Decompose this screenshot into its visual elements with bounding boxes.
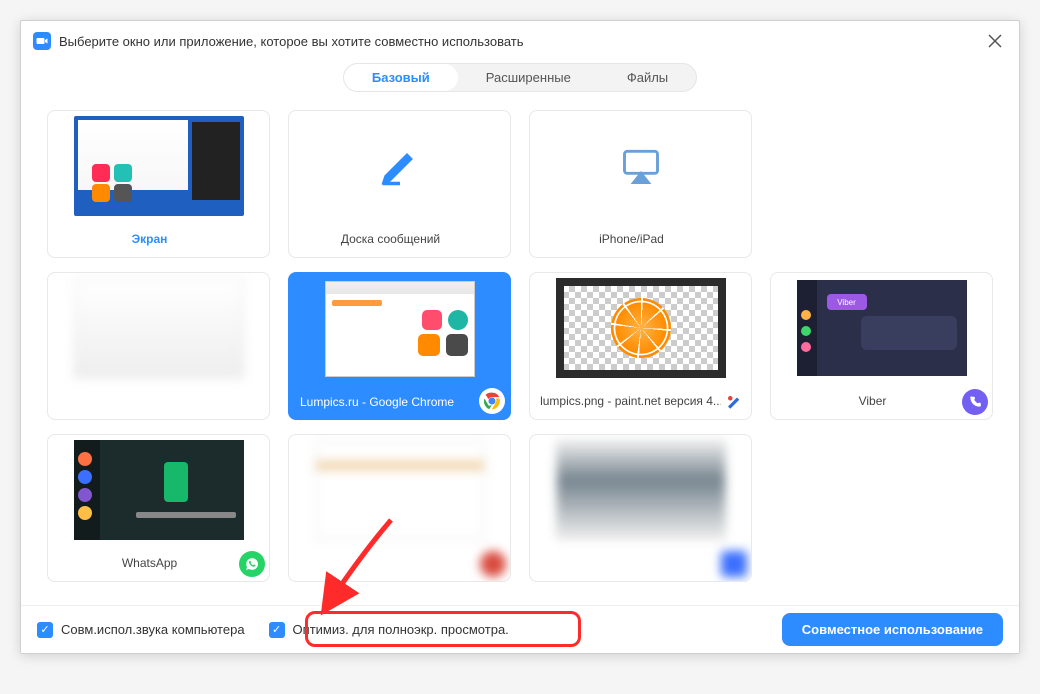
share-button[interactable]: Совместное использование — [782, 613, 1003, 646]
card-screen-label: Экран — [48, 221, 269, 257]
titlebar: Выберите окно или приложение, которое вы… — [21, 21, 1019, 61]
optimize-label: Оптимиз. для полноэкр. просмотра. — [293, 622, 509, 637]
close-button[interactable] — [983, 29, 1007, 53]
card-whiteboard-label: Доска сообщений — [289, 221, 510, 257]
card-whiteboard[interactable]: Доска сообщений — [288, 110, 511, 258]
chrome-thumb — [290, 274, 509, 384]
card-paintnet-label: lumpics.png - paint.net версия 4... — [530, 383, 751, 419]
card-screen[interactable]: Экран — [47, 110, 270, 258]
blurred-icon-2 — [480, 551, 506, 577]
card-paintnet[interactable]: lumpics.png - paint.net версия 4... — [529, 272, 752, 420]
card-iphone[interactable]: iPhone/iPad — [529, 110, 752, 258]
zoom-app-icon — [33, 32, 51, 50]
airplay-icon — [530, 111, 751, 221]
card-blurred-app-2[interactable] — [288, 434, 511, 582]
checkbox-optimize-fullscreen[interactable]: ✓ Оптимиз. для полноэкр. просмотра. — [269, 622, 509, 638]
card-viber[interactable]: Viber Viber — [770, 272, 993, 420]
footer: ✓ Совм.испол.звука компьютера ✓ Оптимиз.… — [21, 605, 1019, 653]
checkmark-icon: ✓ — [269, 622, 285, 638]
tab-basic[interactable]: Базовый — [344, 64, 458, 91]
card-blurred-3-label — [530, 545, 751, 581]
whiteboard-icon — [289, 111, 510, 221]
viber-icon — [962, 389, 988, 415]
card-chrome-label: Lumpics.ru - Google Chrome — [290, 384, 509, 420]
card-blurred-1-label — [48, 383, 269, 419]
checkbox-share-audio[interactable]: ✓ Совм.испол.звука компьютера — [37, 622, 245, 638]
card-whatsapp-label: WhatsApp — [48, 545, 269, 581]
window-title: Выберите окно или приложение, которое вы… — [59, 34, 524, 49]
viber-thumb: Viber — [771, 273, 992, 383]
blurred-icon-3 — [721, 551, 747, 577]
card-blurred-2-label — [289, 545, 510, 581]
card-iphone-label: iPhone/iPad — [530, 221, 751, 257]
share-window: Выберите окно или приложение, которое вы… — [20, 20, 1020, 654]
tab-bar: Базовый Расширенные Файлы — [21, 63, 1019, 92]
paintnet-thumb — [530, 273, 751, 383]
card-blurred-app-1[interactable] — [47, 272, 270, 420]
card-whatsapp[interactable]: WhatsApp — [47, 434, 270, 582]
tab-advanced[interactable]: Расширенные — [458, 64, 599, 91]
whatsapp-thumb — [48, 435, 269, 545]
card-chrome[interactable]: Lumpics.ru - Google Chrome — [288, 272, 511, 420]
card-viber-label: Viber — [771, 383, 992, 419]
share-audio-label: Совм.испол.звука компьютера — [61, 622, 245, 637]
share-grid: Экран Доска сообщений iPhone/iPad — [21, 92, 1019, 592]
checkmark-icon: ✓ — [37, 622, 53, 638]
chrome-icon — [479, 388, 505, 414]
screen-thumb — [48, 111, 269, 221]
paintnet-icon — [721, 389, 747, 415]
whatsapp-icon — [239, 551, 265, 577]
tab-files[interactable]: Файлы — [599, 64, 696, 91]
card-blurred-app-3[interactable] — [529, 434, 752, 582]
